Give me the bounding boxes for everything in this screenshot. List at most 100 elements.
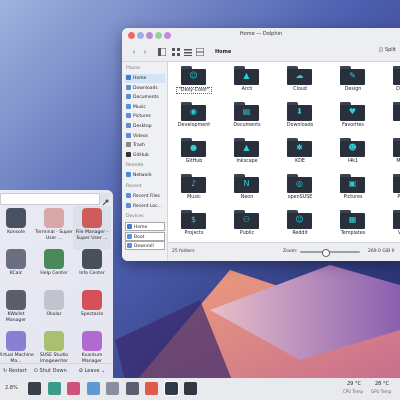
zoom-slider-handle[interactable] [322, 249, 330, 257]
folder-icon [126, 113, 131, 119]
folder-emblem-icon: ◉ [190, 107, 197, 116]
imagewriter-icon [44, 331, 64, 351]
folder-icon: ● [181, 138, 206, 157]
app-item[interactable]: KWallet Manager [0, 288, 35, 332]
folder-item[interactable]: ▦ Templates [327, 210, 379, 246]
folder-item[interactable]: ☻ l4k1 [327, 138, 379, 174]
launcher-search-input[interactable] [0, 193, 100, 205]
list-view-icon[interactable] [184, 46, 192, 58]
sidebar-item-label: Boot [134, 234, 145, 240]
folder-view: ☺ "Dexy-Color" ▲ Arch ☁ Cloud ✎ Design ▭ Desktop ◉… [168, 62, 400, 242]
sidebar-item-home[interactable]: Home [125, 222, 165, 232]
folder-item[interactable]: ☺ Reddit [274, 210, 326, 246]
folder-label: KDE [295, 159, 305, 164]
folder-icon[interactable] [28, 382, 41, 395]
gamepad-icon[interactable] [106, 382, 119, 395]
folder-item[interactable]: N Neon [221, 174, 273, 210]
folder-item[interactable]: ♪ Music [168, 174, 220, 210]
folder-item[interactable]: ▣ Pictures [327, 174, 379, 210]
grid-view-icon[interactable] [172, 46, 180, 58]
cpu-temp-label: CPU Temp [343, 389, 364, 394]
app-item[interactable]: Spectacle [73, 288, 111, 332]
back-button[interactable]: ‹ [130, 46, 138, 58]
folder-item[interactable]: $ Projects [168, 210, 220, 246]
restart-button[interactable]: ↻ Restart [3, 368, 27, 374]
folder-item[interactable]: ▲ Arch [221, 66, 273, 102]
color-icon[interactable] [67, 382, 80, 395]
folder-item[interactable]: ✎ Design [327, 66, 379, 102]
settings-icon[interactable] [125, 382, 139, 395]
cpu-load: 2.8% [5, 385, 18, 391]
breadcrumb[interactable]: Home [215, 49, 231, 55]
shutdown-button[interactable]: ⏻ Shut Down [34, 368, 67, 374]
forward-button[interactable]: › [141, 46, 149, 58]
folder-emblem-icon: ✲ [393, 179, 400, 189]
folder-item[interactable]: ▤ Documents [221, 102, 273, 138]
folder-item[interactable]: ◉ Development [168, 102, 220, 138]
places-panel: Places Home Downloads Documents Music Picture… [122, 62, 168, 261]
store-icon[interactable] [47, 382, 61, 395]
app-item[interactable]: Terminal - Super User ... [35, 206, 73, 250]
folder-icon [126, 103, 131, 109]
folder-item[interactable]: ● GitHub [168, 138, 220, 174]
folder-item[interactable]: ▥ Manjaro [380, 138, 400, 174]
folder-item[interactable]: ▲ Inkscape [221, 138, 273, 174]
folder-item[interactable]: ✿ Gimp [380, 102, 400, 138]
sidebar-item-documents[interactable]: Documents [125, 93, 165, 102]
folder-emblem-icon: N [243, 179, 250, 188]
folder-icon: ✱ [287, 138, 312, 157]
sidebar-item-label: Pictures [133, 114, 151, 120]
folder-item[interactable]: ✱ KDE [274, 138, 326, 174]
pin-icon[interactable] [100, 193, 110, 206]
folder-item[interactable]: ⚇ Public [221, 210, 273, 246]
folder-item[interactable]: ✲ Plasma [380, 174, 400, 210]
folder-item[interactable]: ⬇ Downloads [274, 102, 326, 138]
zoom-slider[interactable] [300, 249, 360, 257]
sidebar-item-github[interactable]: GitHub [125, 151, 165, 160]
sidebar-item-recent-files[interactable]: Recent Files [125, 192, 165, 201]
folder-item[interactable]: ♥ Favorites [327, 102, 379, 138]
sidebar-item-network[interactable]: Network [125, 171, 165, 180]
leave-button[interactable]: ⏼ Leave ⌄ [79, 368, 105, 374]
sidebar-item-downroll[interactable]: Downroll [125, 241, 165, 251]
app-item[interactable]: Okular [35, 288, 73, 332]
folder-item[interactable]: ▶ Videos [380, 210, 400, 246]
folder-item[interactable]: ☁ Cloud [274, 66, 326, 102]
app-item[interactable]: File Manager - Super User ... [73, 206, 111, 250]
calendar-icon[interactable] [86, 382, 100, 395]
app-item[interactable]: Help Center [35, 247, 73, 291]
sidebar-item-videos[interactable]: Videos [125, 132, 165, 141]
sidebar-toggle-icon[interactable] [157, 46, 167, 58]
folder-icon [127, 233, 132, 239]
sidebar-item-home[interactable]: Home [125, 74, 165, 83]
folder-item[interactable]: ☺ "Dexy-Color" [168, 66, 220, 102]
folder-item[interactable]: ▭ Desktop [380, 66, 400, 102]
sidebar-item-music[interactable]: Music [125, 103, 165, 112]
folder-item[interactable]: ◎ openSUSE [274, 174, 326, 210]
app-item[interactable]: KCalc [0, 247, 35, 291]
app-item[interactable]: Info Center [73, 247, 111, 291]
browser-icon[interactable] [145, 382, 158, 395]
konsole-icon[interactable] [184, 382, 197, 395]
folder-icon: ◎ [287, 174, 312, 193]
sidebar-item-recent-loc[interactable]: Recent Loc... [125, 202, 165, 211]
folder-icon [126, 75, 131, 80]
sidebar-item-trash[interactable]: Trash [125, 141, 165, 150]
sidebar-item-boot[interactable]: Boot [125, 231, 165, 241]
sidebar-item-pictures[interactable]: Pictures [125, 112, 165, 121]
split-button[interactable]: ◫ Split [379, 47, 396, 53]
folder-icon: ☁ [287, 66, 312, 85]
detail-view-icon[interactable] [195, 46, 205, 58]
folder-emblem-icon: ⚇ [242, 215, 251, 224]
folder-emblem-icon: ✱ [296, 143, 303, 152]
window-title: Home — Dolphin [239, 31, 283, 37]
app-label: Info Center [79, 271, 105, 276]
folder-label: Public [239, 231, 255, 236]
folder-icon: $ [181, 210, 206, 229]
dolphin-icon[interactable] [163, 381, 179, 396]
app-item[interactable]: Konsole [0, 206, 35, 250]
konsole-icon [6, 208, 26, 228]
sidebar-item-downloads[interactable]: Downloads [125, 84, 165, 93]
sidebar-item-desktop[interactable]: Desktop [125, 122, 165, 131]
folder-icon [126, 94, 131, 100]
